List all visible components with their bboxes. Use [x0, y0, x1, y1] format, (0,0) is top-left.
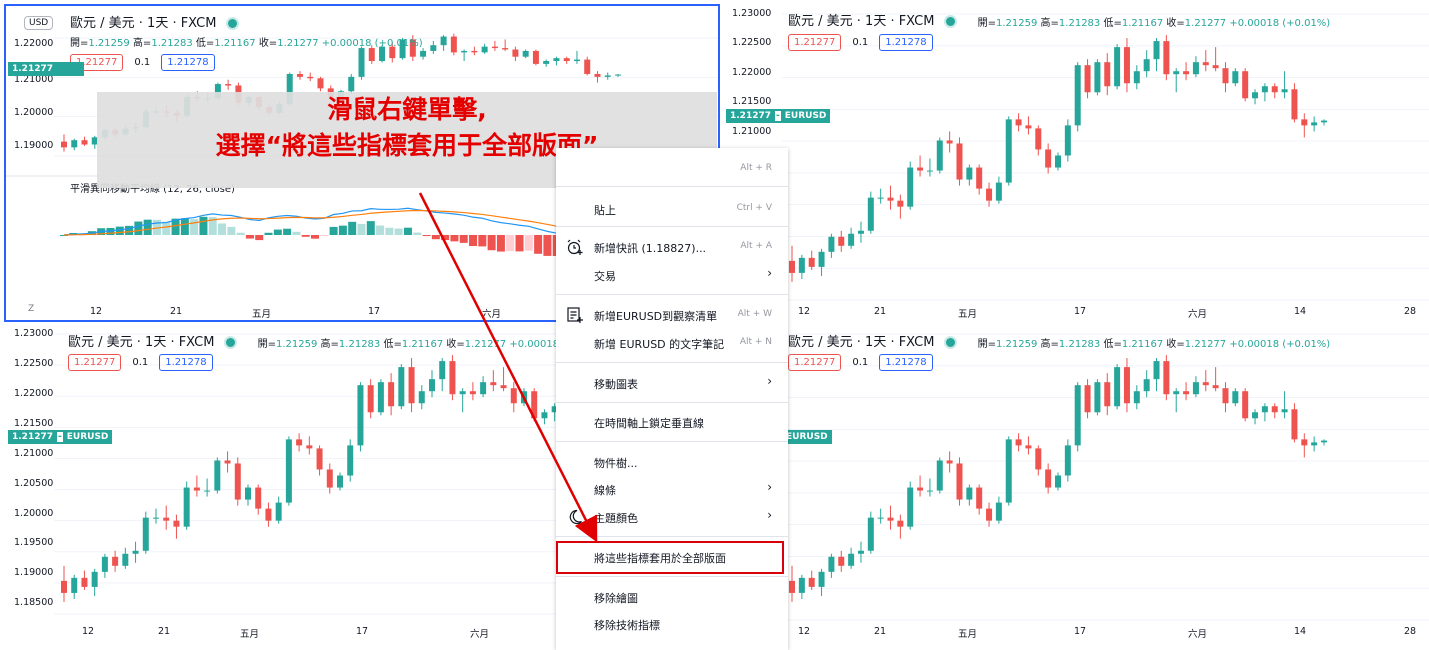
annotation-arrow — [418, 192, 598, 543]
arrow-line — [418, 192, 598, 543]
